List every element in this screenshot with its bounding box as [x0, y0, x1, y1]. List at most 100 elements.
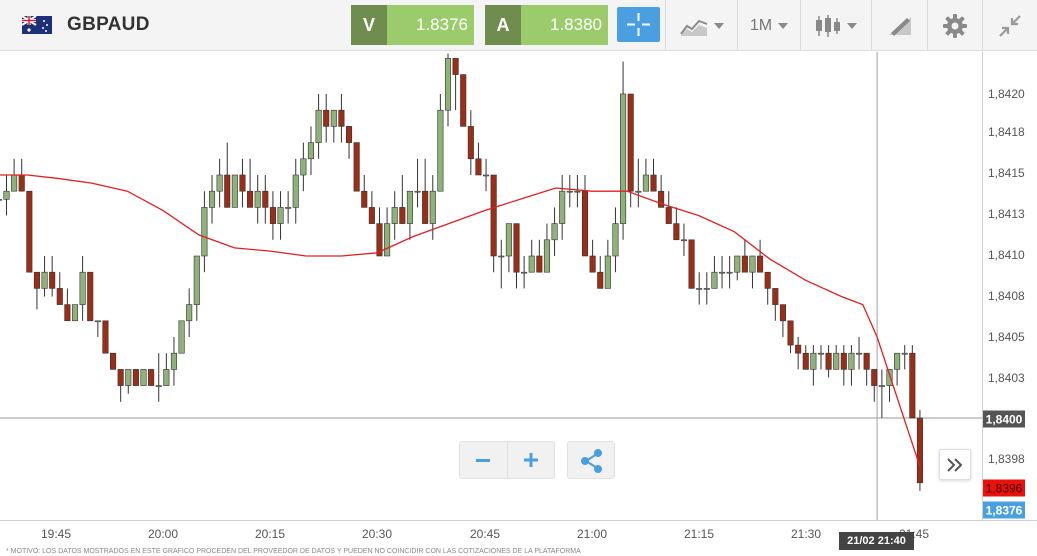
timeframe-dropdown[interactable]: 1M [737, 0, 800, 51]
bearish-candle-body [345, 126, 353, 143]
bullish-candle-body [186, 304, 193, 322]
collapse-chart-button[interactable] [982, 0, 1037, 51]
share-button[interactable] [567, 441, 615, 479]
indicators-icon [679, 19, 707, 36]
bearish-candle-body [323, 109, 330, 127]
bearish-candle-body [117, 369, 124, 386]
bearish-candle-body [87, 271, 94, 322]
chevron-down-icon [847, 22, 857, 29]
chevron-down-icon [778, 22, 789, 29]
bullish-candle-body [901, 352, 908, 355]
buy-quote-button[interactable]: A 1.8380 [485, 5, 608, 45]
bullish-candle-body [680, 239, 688, 242]
bullish-candle-body [505, 223, 512, 257]
bullish-candle-body [3, 190, 10, 200]
bearish-candle-body [863, 352, 870, 370]
bearish-candle-body [802, 352, 809, 370]
price-tick-label: 1,8415 [988, 166, 1025, 180]
bearish-candle-body [132, 369, 139, 386]
bearish-candle-body [361, 190, 368, 208]
bearish-candle-body [741, 255, 748, 273]
zoom-in-button[interactable] [506, 442, 554, 478]
bearish-candle-body [460, 74, 467, 127]
bullish-candle-body [559, 190, 566, 224]
bearish-candle-body [64, 304, 71, 322]
bullish-candle-body [726, 271, 733, 274]
bearish-candle-body [840, 352, 847, 370]
bearish-candle-body [772, 288, 779, 305]
bearish-candle-body [787, 320, 794, 346]
bearish-candle-body [757, 255, 764, 273]
crosshair-toggle-button[interactable] [617, 7, 660, 42]
time-tick-label: 20:15 [254, 527, 286, 541]
bullish-candle-body [566, 190, 573, 193]
time-tick-label: 20:00 [147, 527, 179, 541]
bearish-candle-body [795, 344, 802, 354]
price-tick-label: 1,8403 [988, 371, 1025, 385]
bullish-candle-body [551, 223, 558, 241]
chevron-down-icon [713, 22, 724, 29]
bullish-candle-body [703, 288, 710, 290]
bullish-candle-body [620, 93, 627, 224]
bearish-candle-body [825, 352, 832, 370]
bullish-candle-body [41, 271, 48, 289]
sell-price: 1.8376 [387, 5, 474, 45]
bearish-candle-body [102, 320, 109, 354]
bullish-candle-body [483, 174, 490, 177]
bullish-candle-body [140, 369, 147, 386]
bearish-candle-body [581, 190, 589, 257]
bullish-candle-body [285, 207, 292, 209]
bullish-candle-body [894, 352, 901, 370]
chart-type-dropdown[interactable] [800, 0, 871, 51]
bullish-candle-body [231, 174, 238, 208]
double-chevron-right-icon [947, 457, 963, 472]
bid-price-tag: 1,8376 [983, 501, 1025, 519]
bearish-candle-body [56, 288, 63, 305]
bullish-candle-body [734, 255, 741, 273]
sell-quote-button[interactable]: V 1.8376 [351, 5, 474, 45]
bullish-candle-body [414, 190, 421, 193]
indicators-menu-button[interactable] [665, 0, 737, 51]
time-tick-label: 20:45 [469, 527, 501, 541]
price-axis[interactable] [982, 52, 1037, 520]
scroll-to-latest-button[interactable] [939, 449, 971, 480]
time-tick-label: 21:15 [683, 527, 715, 541]
last-price-tag: 1,8400 [983, 410, 1025, 428]
bullish-candle-body [833, 352, 840, 370]
bullish-candle-body [696, 288, 703, 290]
bearish-candle-body [673, 223, 680, 241]
bearish-candle-body [422, 190, 429, 224]
drawing-tools-button[interactable] [871, 0, 927, 51]
bearish-candle-body [650, 174, 657, 192]
bullish-candle-body [543, 239, 550, 273]
bullish-candle-body [429, 190, 436, 224]
settings-button[interactable] [927, 0, 982, 51]
bearish-candle-body [909, 352, 916, 419]
pencil-ruler-icon [888, 16, 911, 36]
instrument-symbol: GBPAUD [67, 14, 150, 35]
zoom-controls [459, 441, 555, 479]
bullish-candle-body [810, 352, 817, 370]
bullish-candle-body [528, 255, 535, 273]
bullish-candle-body [718, 271, 726, 274]
bullish-candle-body [300, 158, 307, 176]
bullish-candle-body [498, 255, 505, 258]
time-tick-label: 21:30 [790, 527, 822, 541]
bullish-candle-body [406, 190, 413, 224]
bullish-candle-body [178, 320, 185, 354]
bullish-candle-body [384, 223, 391, 257]
bearish-candle-body [871, 369, 878, 386]
ask-price-tag: 1,8396 [983, 479, 1025, 497]
bullish-candle-body [208, 190, 216, 208]
price-tick-label: 1,8405 [988, 330, 1025, 344]
bullish-candle-body [817, 352, 825, 355]
bearish-candle-body [536, 255, 543, 273]
bullish-candle-body [155, 385, 162, 387]
bullish-candle-body [612, 223, 619, 257]
zoom-out-button[interactable] [460, 442, 507, 478]
bearish-candle-body [467, 126, 474, 160]
bullish-candle-body [292, 174, 299, 208]
time-tick-label: 20:30 [361, 527, 393, 541]
bullish-candle-body [0, 199, 2, 201]
bearish-candle-body [269, 207, 276, 224]
